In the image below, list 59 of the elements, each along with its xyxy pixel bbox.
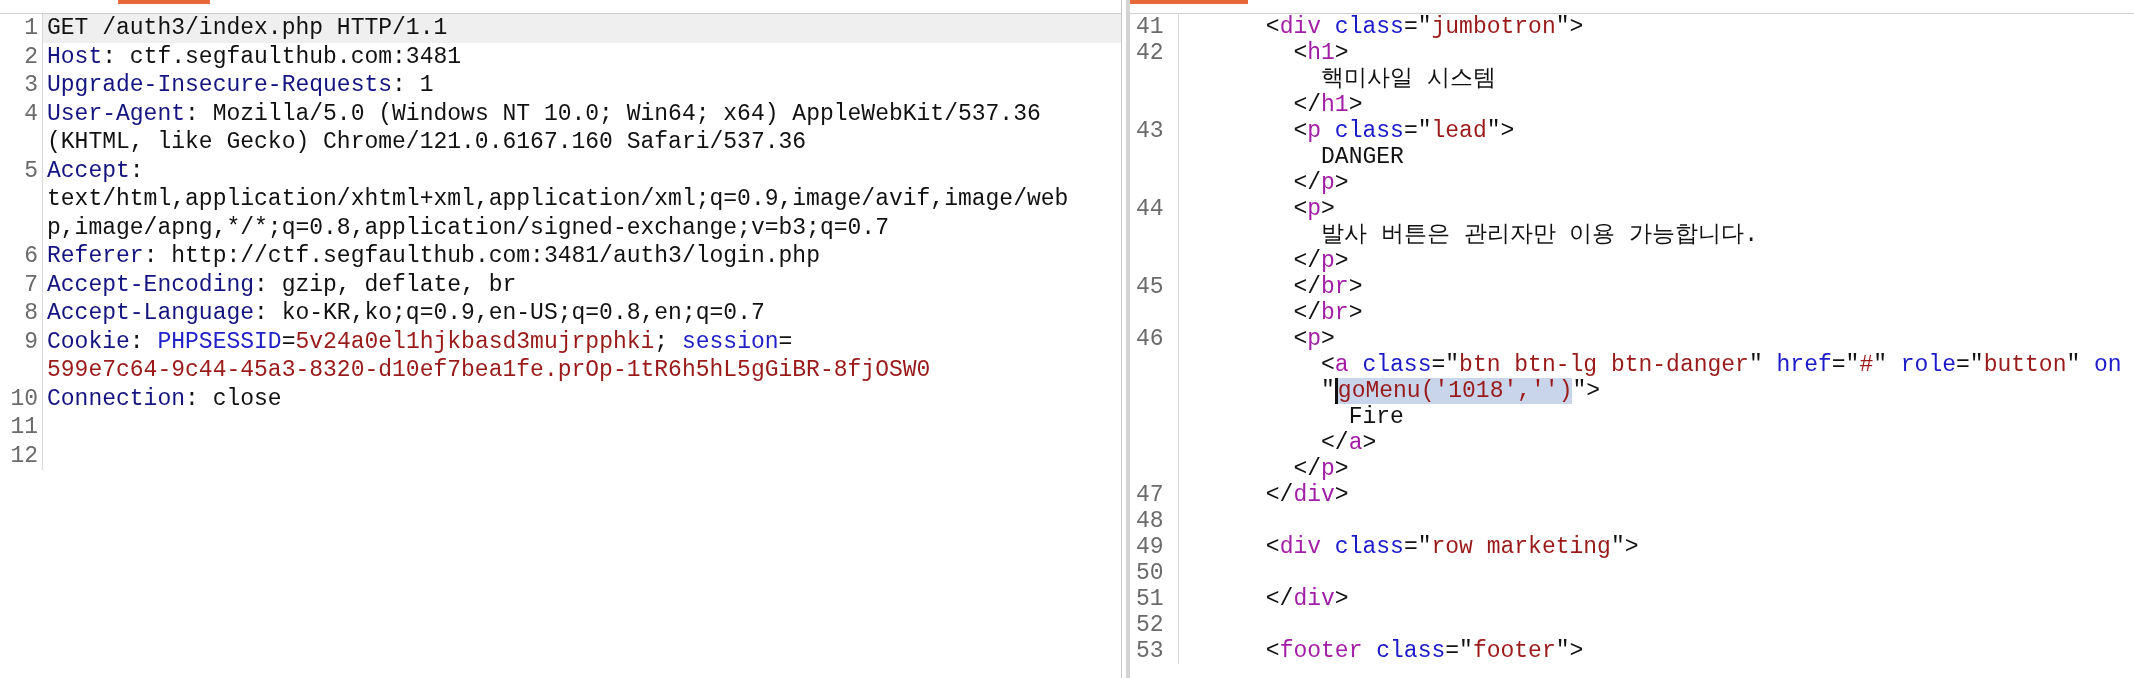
code-line: </h1> bbox=[1292, 92, 1364, 118]
line-number: 3 bbox=[24, 71, 38, 100]
line-number: 50 bbox=[1136, 560, 1164, 586]
code-line: <footer class="footer"> bbox=[1264, 638, 1585, 664]
line-number: 9 bbox=[24, 327, 38, 356]
line-number: 53 bbox=[1136, 638, 1164, 664]
line-number: 10 bbox=[10, 384, 38, 413]
code-line: <div class="row marketing"> bbox=[1264, 534, 1640, 560]
code-line: </br> bbox=[1292, 300, 1364, 326]
line-number: 43 bbox=[1136, 118, 1164, 144]
code-line: <a class="btn btn-lg btn-danger" href="#" role="button" on bbox=[1320, 352, 2123, 378]
line-number: 45 bbox=[1136, 274, 1164, 300]
line-number: 12 bbox=[10, 441, 38, 470]
line-number: 2 bbox=[24, 42, 38, 71]
code-line: Fire bbox=[1347, 404, 1405, 430]
code-line: p,image/apng,*/*;q=0.8,application/signed-exchange;v=b3;q=0.7 bbox=[46, 213, 890, 242]
code-line: Host: ctf.segfaulthub.com:3481 bbox=[46, 42, 463, 71]
code-line: <p> bbox=[1292, 196, 1336, 222]
code-line: <p class="lead"> bbox=[1292, 118, 1516, 144]
line-number: 8 bbox=[24, 299, 38, 328]
code-line: Connection: close bbox=[46, 384, 283, 413]
code-line: Accept: bbox=[46, 156, 145, 185]
code-line: User-Agent: Mozilla/5.0 (Windows NT 10.0; Win64; x64) AppleWebKit/537.36 bbox=[46, 99, 1042, 128]
code-line: Referer: http://ctf.segfaulthub.com:3481/auth3/login.php bbox=[46, 242, 821, 271]
code-line: Accept-Language: ko-KR,ko;q=0.9,en-US;q=0.8,en;q=0.7 bbox=[46, 299, 766, 328]
code-line: </a> bbox=[1320, 430, 1378, 456]
code-line: 핵미사일 시스템 bbox=[1320, 66, 1497, 92]
code-line: (KHTML, like Gecko) Chrome/121.0.6167.160 Safari/537.36 bbox=[46, 128, 808, 157]
code-line: </div> bbox=[1264, 482, 1350, 508]
line-number: 49 bbox=[1136, 534, 1164, 560]
line-number: 7 bbox=[24, 270, 38, 299]
code-line: <h1> bbox=[1292, 40, 1350, 66]
line-number: 44 bbox=[1136, 196, 1164, 222]
code-line: </br> bbox=[1292, 274, 1364, 300]
code-line: Accept-Encoding: gzip, deflate, br bbox=[46, 270, 518, 299]
line-number: 46 bbox=[1136, 326, 1164, 352]
code-line: </div> bbox=[1264, 586, 1350, 612]
code-line: 599e7c64-9c44-45a3-8320-d10ef7bea1fe.prOp-1tR6h5hL5gGiBR-8fjOSW0 bbox=[46, 356, 932, 385]
line-number: 11 bbox=[10, 413, 38, 442]
line-number: 6 bbox=[24, 242, 38, 271]
code-line: </p> bbox=[1292, 170, 1350, 196]
line-number: 4 bbox=[24, 99, 38, 128]
code-line: DANGER bbox=[1320, 144, 1405, 170]
line-number: 42 bbox=[1136, 40, 1164, 66]
line-number: 47 bbox=[1136, 482, 1164, 508]
code-line: </p> bbox=[1292, 456, 1350, 482]
line-number: 48 bbox=[1136, 508, 1164, 534]
line-number: 51 bbox=[1136, 586, 1164, 612]
code-line: Cookie: PHPSESSID=5v24a0el1hjkbasd3mujrpphki; session= bbox=[46, 327, 794, 356]
code-line: <p> bbox=[1292, 326, 1336, 352]
line-number: 52 bbox=[1136, 612, 1164, 638]
code-line: </p> bbox=[1292, 248, 1350, 274]
code-line: 발사 버튼은 관리자만 이용 가능합니다. bbox=[1320, 222, 1760, 248]
code-line: <div class="jumbotron"> bbox=[1264, 14, 1585, 40]
code-line: Upgrade-Insecure-Requests: 1 bbox=[46, 71, 435, 100]
code-line: text/html,application/xhtml+xml,application/xml;q=0.9,image/avif,image/web bbox=[46, 185, 1070, 214]
line-number: 1 bbox=[24, 14, 38, 43]
line-number: 41 bbox=[1136, 14, 1164, 40]
line-number: 5 bbox=[24, 156, 38, 185]
